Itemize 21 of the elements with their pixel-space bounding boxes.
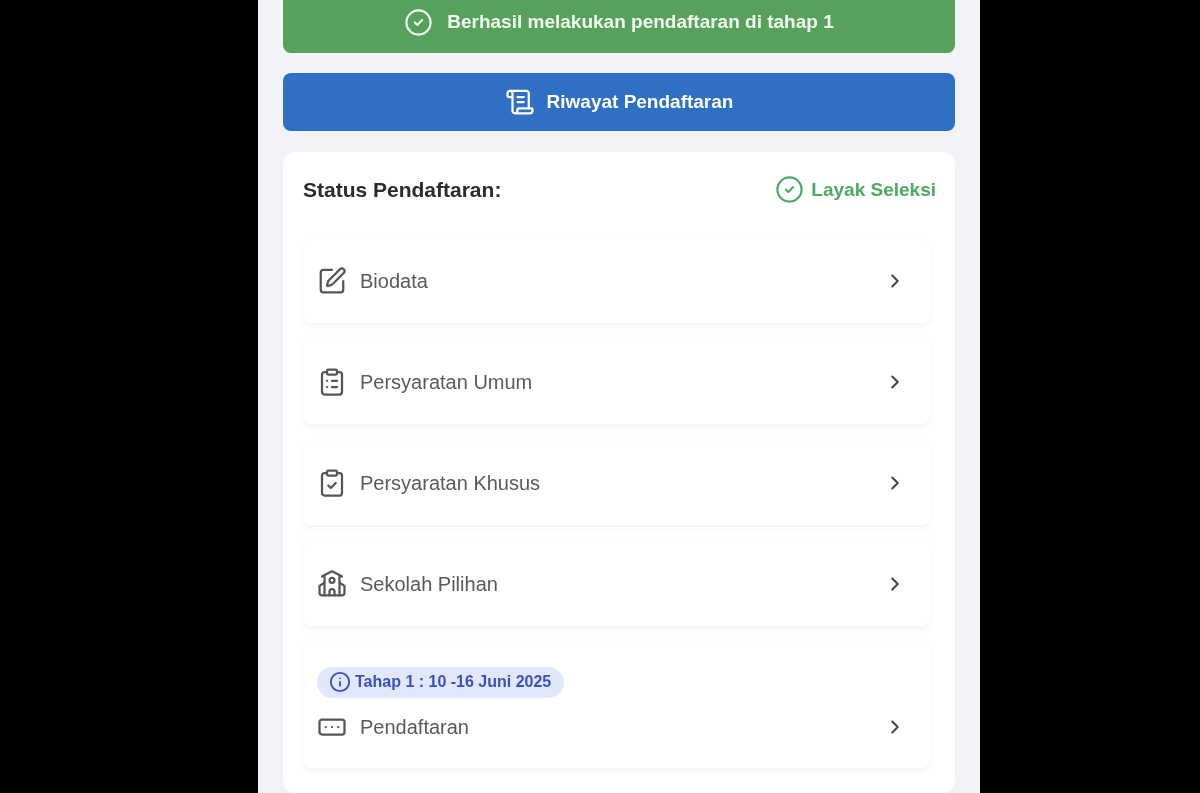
item-label: Persyaratan Umum [360,369,533,395]
menu-item[interactable]: Sekolah Pilihan [303,541,930,626]
edit-icon [317,265,347,296]
status-label: Layak Seleksi [811,177,936,202]
menu-item[interactable]: Biodata [303,238,930,323]
menu-item[interactable]: Persyaratan Umum [303,339,930,424]
banner-text: Berhasil melakukan pendaftaran di tahap 1 [447,9,834,34]
check-circle-icon [775,175,805,205]
scroll-icon [504,87,535,117]
school-building-icon [317,568,347,599]
menu-item[interactable]: Tahap 1 : 10 -16 Juni 2025 Pendaftaran [303,642,930,768]
date-badge: Tahap 1 : 10 -16 Juni 2025 [317,666,565,698]
item-label: Sekolah Pilihan [360,571,498,597]
check-circle-icon [404,7,434,37]
item-label: Pendaftaran [360,714,469,740]
history-button[interactable]: Riwayat Pendaftaran [283,73,955,131]
card-title: Status Pendaftaran: [303,177,502,203]
item-label: Persyaratan Khusus [360,470,541,496]
menu-item[interactable]: Persyaratan Khusus [303,440,930,525]
info-icon [329,671,351,693]
item-label: Biodata [360,268,428,294]
